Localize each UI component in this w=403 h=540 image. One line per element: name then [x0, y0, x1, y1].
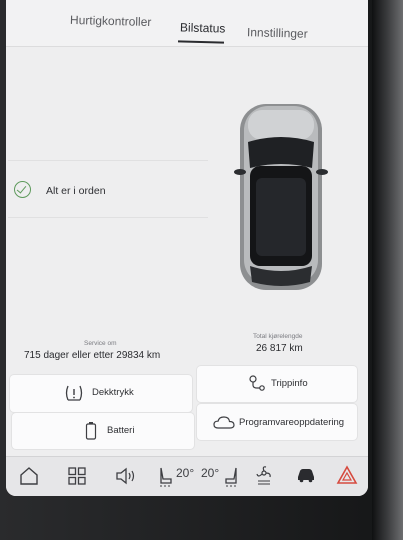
tab-bilstatus[interactable]: Bilstatus [180, 20, 226, 35]
seat-heat-right-icon[interactable] [223, 465, 241, 489]
volume-icon[interactable] [114, 465, 138, 487]
infotainment-screen: 4G Hurtigkontroller Bilstatus Innstillin… [6, 0, 368, 496]
trip-info-label: Trippinfo [271, 378, 308, 389]
bottom-dock: 20° 20° [6, 456, 368, 496]
odometer-label: Total kjørelengde [253, 333, 303, 340]
fan-icon[interactable] [254, 465, 274, 487]
tire-pressure-label: Dekktrykk [92, 387, 134, 398]
trip-info-button[interactable]: Trippinfo [197, 366, 357, 402]
vehicle-status-row[interactable]: Alt er i orden [8, 160, 208, 218]
trip-route-icon [249, 375, 265, 391]
car-top-view-image [234, 104, 328, 290]
car-icon[interactable] [296, 465, 316, 485]
battery-button[interactable]: Batteri [12, 413, 194, 449]
software-update-button[interactable]: Programvareoppdatering [197, 404, 357, 440]
software-update-label: Programvareoppdatering [239, 417, 345, 428]
tire-pressure-button[interactable]: Dekktrykk [10, 375, 192, 412]
temperature-right[interactable]: 20° [201, 466, 219, 480]
device-bezel [372, 0, 403, 540]
seat-heat-left-icon[interactable] [156, 465, 174, 489]
vehicle-status-text: Alt er i orden [46, 185, 106, 197]
temperature-left[interactable]: 20° [176, 466, 194, 480]
apps-grid-icon[interactable] [66, 465, 88, 487]
home-icon[interactable] [18, 465, 40, 487]
tab-innstillinger[interactable]: Innstillinger [247, 25, 308, 41]
battery-icon [85, 422, 97, 440]
service-value: 715 dager eller etter 29834 km [24, 350, 161, 361]
hazard-icon[interactable] [336, 465, 358, 485]
checkmark-circle-icon [14, 181, 31, 198]
odometer-value: 26 817 km [256, 343, 303, 354]
active-tab-indicator [177, 40, 225, 44]
cloud-icon [213, 416, 235, 429]
tire-pressure-icon [65, 385, 83, 401]
service-label: Service om [84, 340, 117, 347]
tab-hurtigkontroller[interactable]: Hurtigkontroller [70, 13, 152, 29]
battery-label: Batteri [107, 425, 135, 436]
tab-bar: Hurtigkontroller Bilstatus Innstillinger [6, 0, 368, 47]
